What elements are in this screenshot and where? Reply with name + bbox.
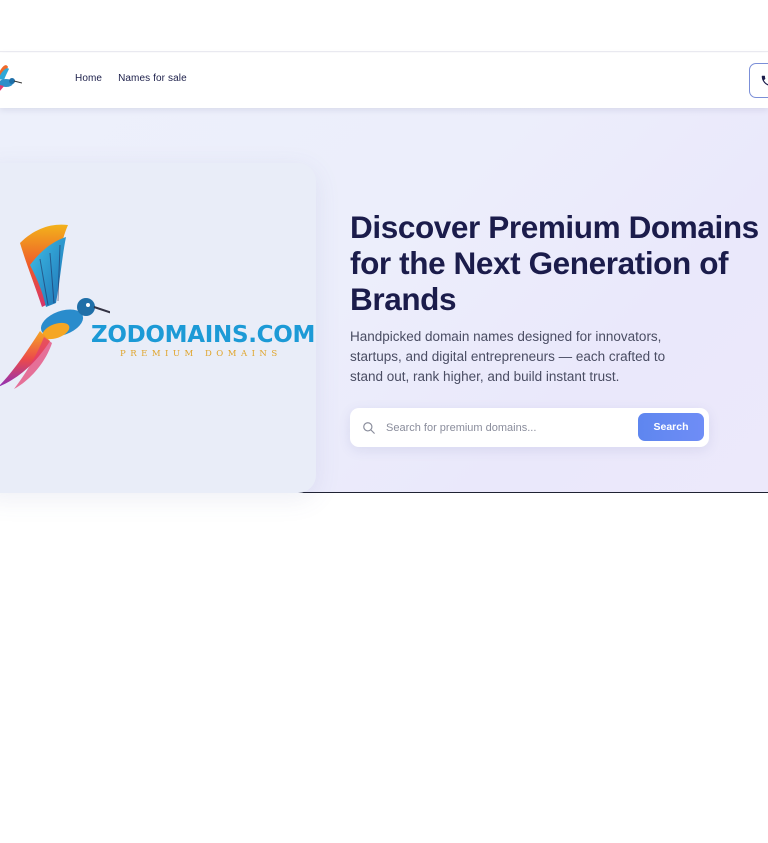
- hummingbird-icon[interactable]: [0, 61, 22, 99]
- hero-section: ZODOMAINS.COM PREMIUM DOMAINS Discover P…: [0, 108, 768, 493]
- brand-tagline: PREMIUM DOMAINS: [120, 349, 282, 359]
- nav-link-home[interactable]: Home: [75, 73, 102, 84]
- search-button[interactable]: Search: [638, 413, 704, 441]
- search-icon: [363, 422, 375, 434]
- domain-search-input[interactable]: [386, 408, 632, 447]
- phone-icon: [761, 75, 768, 86]
- contact-phone-button[interactable]: [749, 63, 768, 98]
- brand-logo-card: ZODOMAINS.COM PREMIUM DOMAINS: [0, 163, 316, 493]
- hummingbird-icon: [0, 224, 110, 389]
- hero-description: Handpicked domain names designed for inn…: [350, 329, 666, 384]
- domain-search-form: Search: [350, 408, 709, 447]
- main-nav: Home Names for sale: [75, 73, 187, 84]
- hero-title: Discover Premium Domains for the Next Ge…: [350, 209, 759, 317]
- site-header: Home Names for sale: [0, 53, 768, 108]
- top-blank-area: [0, 0, 768, 52]
- nav-link-names-for-sale[interactable]: Names for sale: [118, 73, 187, 84]
- brand-name: ZODOMAINS.COM: [91, 322, 316, 348]
